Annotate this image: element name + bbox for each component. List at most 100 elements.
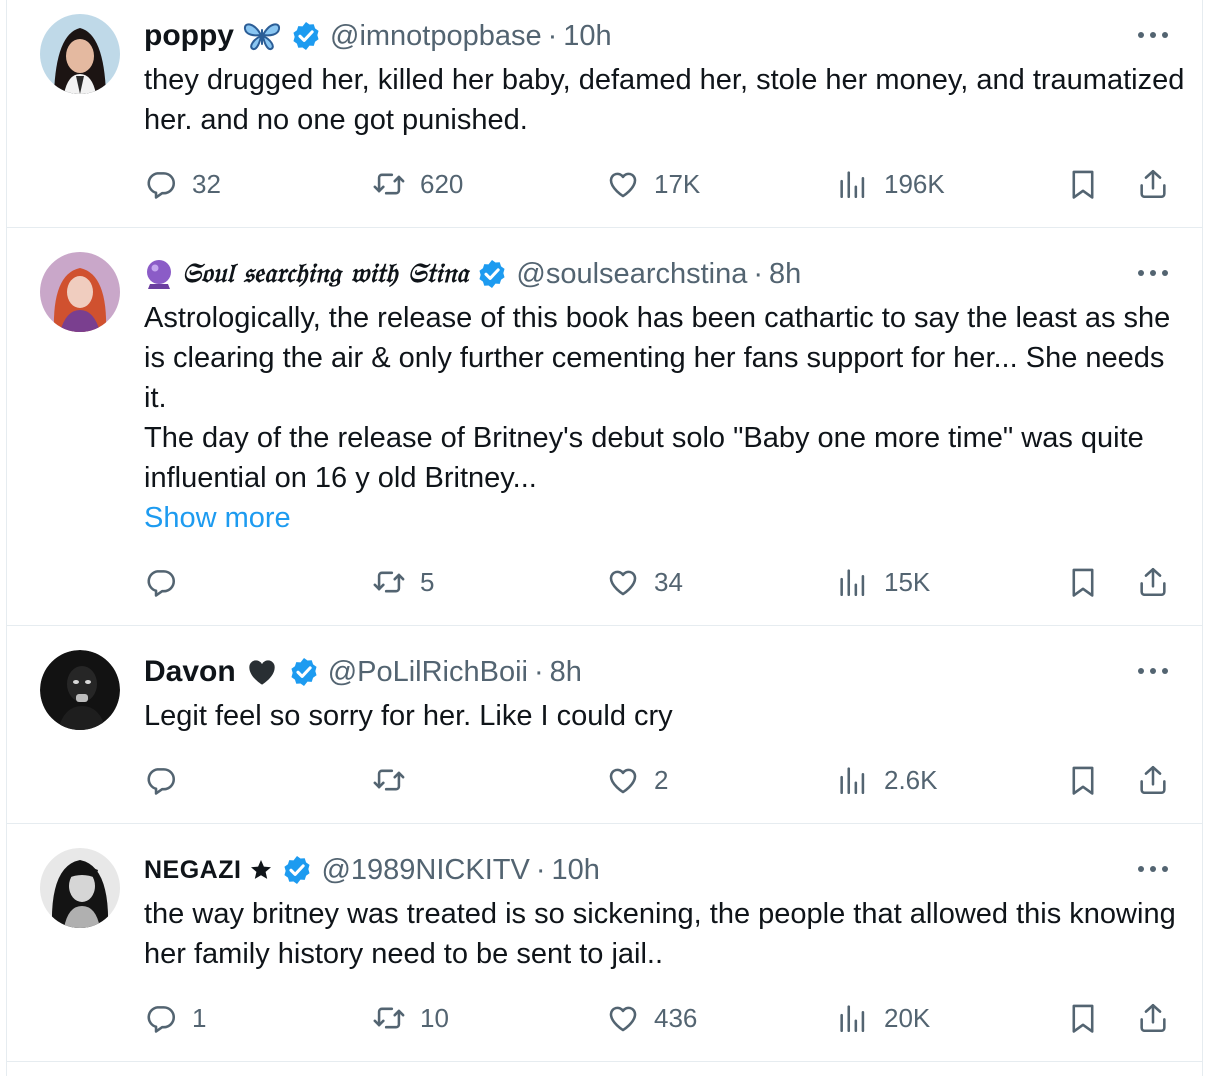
bookmark-button[interactable] [1066,760,1100,800]
separator: · [547,19,558,52]
timestamp[interactable]: 10h [563,20,611,53]
views-icon [836,1001,870,1035]
bookmark-icon [1066,167,1100,201]
views-button[interactable]: 2.6K [836,760,938,800]
more-icon[interactable] [1136,656,1170,686]
share-icon [1136,167,1170,201]
handle[interactable]: @PoLilRichBoii [328,656,528,689]
black-heart-icon [244,656,280,688]
share-button[interactable] [1136,760,1170,800]
avatar[interactable] [40,252,120,332]
like-count: 34 [654,566,683,597]
action-bar: 5 34 15K [144,562,1182,602]
timestamp[interactable]: 8h [550,656,582,689]
display-name[interactable]: poppy [144,19,234,53]
avatar[interactable] [40,848,120,928]
verified-badge-icon [290,20,322,52]
reply-count: 1 [192,1002,207,1033]
share-button[interactable] [1136,164,1170,204]
repost-icon [372,565,406,599]
more-icon[interactable] [1136,20,1170,50]
tweet-header: Davon @PoLilRichBoii · 8h [144,652,582,692]
handle[interactable]: @1989NICKITV [321,854,529,887]
handle[interactable]: @imnotpopbase [330,20,542,53]
reply-count: 32 [192,168,221,199]
tweet[interactable]: Davon @PoLilRichBoii · 8h Legit feel so … [7,626,1202,824]
more-icon[interactable] [1136,258,1170,288]
repost-button[interactable]: 5 [372,562,434,602]
repost-icon [372,1001,406,1035]
repost-icon [372,167,406,201]
verified-badge-icon [281,854,313,886]
tweet[interactable]: poppy @imnotpopbase · 10h they drugged h… [7,0,1202,228]
tweet-header: NEGAZI @1989NICKITV · 10h [144,850,600,890]
like-button[interactable]: 34 [606,562,683,602]
tweet-header: 𝔖𝔬𝔲𝔩 𝔰𝔢𝔞𝔯𝔠𝔥𝔦𝔫𝔤 𝔴𝔦𝔱𝔥 𝔖𝔱𝔦𝔫𝔞 @soulsearchsti… [144,254,801,294]
share-icon [1136,1001,1170,1035]
avatar[interactable] [40,14,120,94]
views-count: 15K [884,566,931,597]
separator: · [533,655,544,688]
like-icon [606,1001,640,1035]
reply-button[interactable]: 1 [144,998,206,1038]
more-icon[interactable] [1136,854,1170,884]
like-count: 436 [654,1002,698,1033]
views-count: 196K [884,168,945,199]
crystal-ball-icon [144,258,174,290]
like-icon [606,565,640,599]
views-count: 20K [884,1002,931,1033]
display-name[interactable]: NEGAZI [144,856,241,885]
tweet-text: Legit feel so sorry for her. Like I coul… [144,696,1189,736]
repost-button[interactable]: 10 [372,998,449,1038]
tweet-header: poppy @imnotpopbase · 10h [144,16,612,56]
tweet[interactable]: 𝔖𝔬𝔲𝔩 𝔰𝔢𝔞𝔯𝔠𝔥𝔦𝔫𝔤 𝔴𝔦𝔱𝔥 𝔖𝔱𝔦𝔫𝔞 @soulsearchsti… [7,228,1202,626]
butterfly-icon [242,20,282,52]
bookmark-button[interactable] [1066,562,1100,602]
like-button[interactable]: 17K [606,164,700,204]
reply-icon [144,763,178,797]
share-button[interactable] [1136,998,1170,1038]
handle[interactable]: @soulsearchstina [516,258,747,291]
separator: · [535,853,546,886]
views-button[interactable]: 20K [836,998,930,1038]
repost-icon [372,763,406,797]
like-button[interactable]: 2 [606,760,668,800]
tweet-text: the way britney was treated is so sicken… [144,894,1189,974]
tweet-feed: poppy @imnotpopbase · 10h they drugged h… [6,0,1203,1076]
reply-icon [144,565,178,599]
repost-count: 620 [420,168,464,199]
views-button[interactable]: 15K [836,562,930,602]
tweet-text: they drugged her, killed her baby, defam… [144,60,1189,140]
views-icon [836,565,870,599]
tweet-text: Astrologically, the release of this book… [144,298,1189,538]
tweet-paragraph: Astrologically, the release of this book… [144,302,1171,414]
show-more-link[interactable]: Show more [144,498,1189,538]
reply-button[interactable]: 32 [144,164,221,204]
timestamp[interactable]: 8h [769,258,801,291]
like-count: 17K [654,168,701,199]
black-star-icon [249,858,273,882]
verified-badge-icon [476,258,508,290]
like-button[interactable]: 436 [606,998,697,1038]
like-icon [606,763,640,797]
avatar[interactable] [40,650,120,730]
views-button[interactable]: 196K [836,164,945,204]
display-name[interactable]: Davon [144,655,236,689]
tweet-paragraph: they drugged her, killed her baby, defam… [144,64,1185,136]
reply-button[interactable] [144,760,192,800]
reply-button[interactable] [144,562,192,602]
bookmark-button[interactable] [1066,998,1100,1038]
bookmark-icon [1066,1001,1100,1035]
action-bar: 2 2.6K [144,760,1182,800]
timestamp[interactable]: 10h [551,854,599,887]
repost-button[interactable]: 620 [372,164,463,204]
share-icon [1136,565,1170,599]
repost-button[interactable] [372,760,420,800]
share-button[interactable] [1136,562,1170,602]
tweet-paragraph: the way britney was treated is so sicken… [144,898,1176,970]
display-name[interactable]: 𝔖𝔬𝔲𝔩 𝔰𝔢𝔞𝔯𝔠𝔥𝔦𝔫𝔤 𝔴𝔦𝔱𝔥 𝔖𝔱𝔦𝔫𝔞 [182,258,468,290]
verified-badge-icon [288,656,320,688]
tweet[interactable]: NEGAZI @1989NICKITV · 10h the way britne… [7,824,1202,1062]
bookmark-button[interactable] [1066,164,1100,204]
bookmark-icon [1066,763,1100,797]
